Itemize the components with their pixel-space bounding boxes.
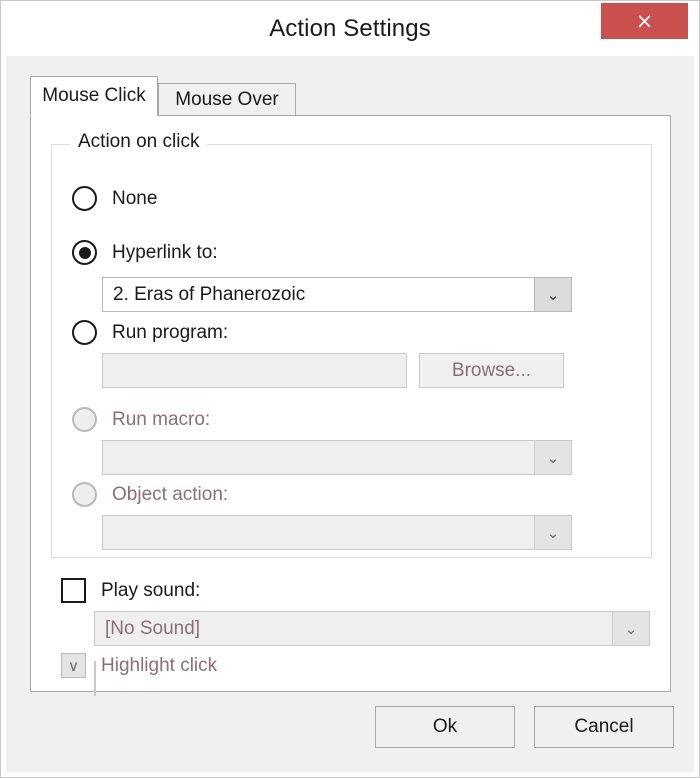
run-macro-combobox: ⌄ <box>102 440 572 475</box>
play-sound-combobox: [No Sound] ⌄ <box>94 611 650 646</box>
chevron-down-icon: ∨ <box>68 657 79 675</box>
action-on-click-legend: Action on click <box>70 131 208 153</box>
close-button[interactable]: × <box>601 3 688 39</box>
radio-row-run-program[interactable]: Run program: <box>72 320 228 345</box>
run-macro-value <box>103 441 534 474</box>
radio-row-none[interactable]: None <box>72 186 157 211</box>
object-action-value <box>103 516 534 549</box>
radio-run-program-label: Run program: <box>112 321 229 343</box>
checkbox-play-sound[interactable] <box>61 578 86 603</box>
chevron-down-icon: ⌄ <box>534 441 571 474</box>
dialog-body: Mouse Click Mouse Over Action on click N… <box>6 56 694 772</box>
radio-hyperlink-to[interactable] <box>72 240 97 265</box>
tab-mouse-over-label: Mouse Over <box>175 88 279 110</box>
title-bar: Action Settings × <box>1 1 699 56</box>
radio-run-macro-label: Run macro: <box>112 408 211 430</box>
radio-none-label: None <box>112 187 158 209</box>
close-icon: × <box>635 8 654 33</box>
hyperlink-target-value: 2. Eras of Phanerozoic <box>113 283 306 305</box>
chevron-down-icon: ⌄ <box>612 612 649 645</box>
ok-button[interactable]: Ok <box>375 706 515 748</box>
radio-run-macro <box>72 407 97 432</box>
page-title: Action Settings <box>269 15 431 42</box>
radio-row-run-macro: Run macro: <box>72 407 210 432</box>
radio-run-program[interactable] <box>72 320 97 345</box>
action-settings-dialog: Action Settings × Mouse Click Mouse Over… <box>0 0 700 778</box>
browse-button-label: Browse... <box>451 359 532 381</box>
radio-object-action-label: Object action: <box>112 483 229 505</box>
checkbox-row-highlight-click: ∨ Highlight click <box>61 653 217 678</box>
tab-panel-mouse-click: Action on click None Hyperlink to: 2. Er… <box>30 115 671 696</box>
checkbox-row-play-sound[interactable]: Play sound: <box>61 578 200 603</box>
checkbox-play-sound-label: Play sound: <box>101 579 201 601</box>
chevron-down-icon: ⌄ <box>534 516 571 549</box>
checkbox-highlight-click: ∨ <box>61 653 86 678</box>
hyperlink-target-combobox[interactable]: 2. Eras of Phanerozoic ⌄ <box>102 277 572 312</box>
checkbox-highlight-click-label: Highlight click <box>101 654 218 676</box>
browse-button[interactable]: Browse... <box>419 353 564 388</box>
tab-mouse-over[interactable]: Mouse Over <box>158 83 296 116</box>
play-sound-value: [No Sound] <box>105 617 201 639</box>
radio-object-action <box>72 482 97 507</box>
run-program-path-input[interactable] <box>102 353 407 388</box>
radio-row-object-action: Object action: <box>72 482 228 507</box>
radio-none[interactable] <box>72 186 97 211</box>
object-action-combobox: ⌄ <box>102 515 572 550</box>
radio-hyperlink-to-label: Hyperlink to: <box>112 241 218 263</box>
tab-mouse-click-label: Mouse Click <box>42 85 146 106</box>
tab-mouse-click[interactable]: Mouse Click <box>30 76 158 116</box>
radio-row-hyperlink-to[interactable]: Hyperlink to: <box>72 240 218 265</box>
chevron-down-icon[interactable]: ⌄ <box>534 278 571 311</box>
action-on-click-group: Action on click None Hyperlink to: 2. Er… <box>51 131 652 558</box>
cancel-button[interactable]: Cancel <box>534 706 674 748</box>
